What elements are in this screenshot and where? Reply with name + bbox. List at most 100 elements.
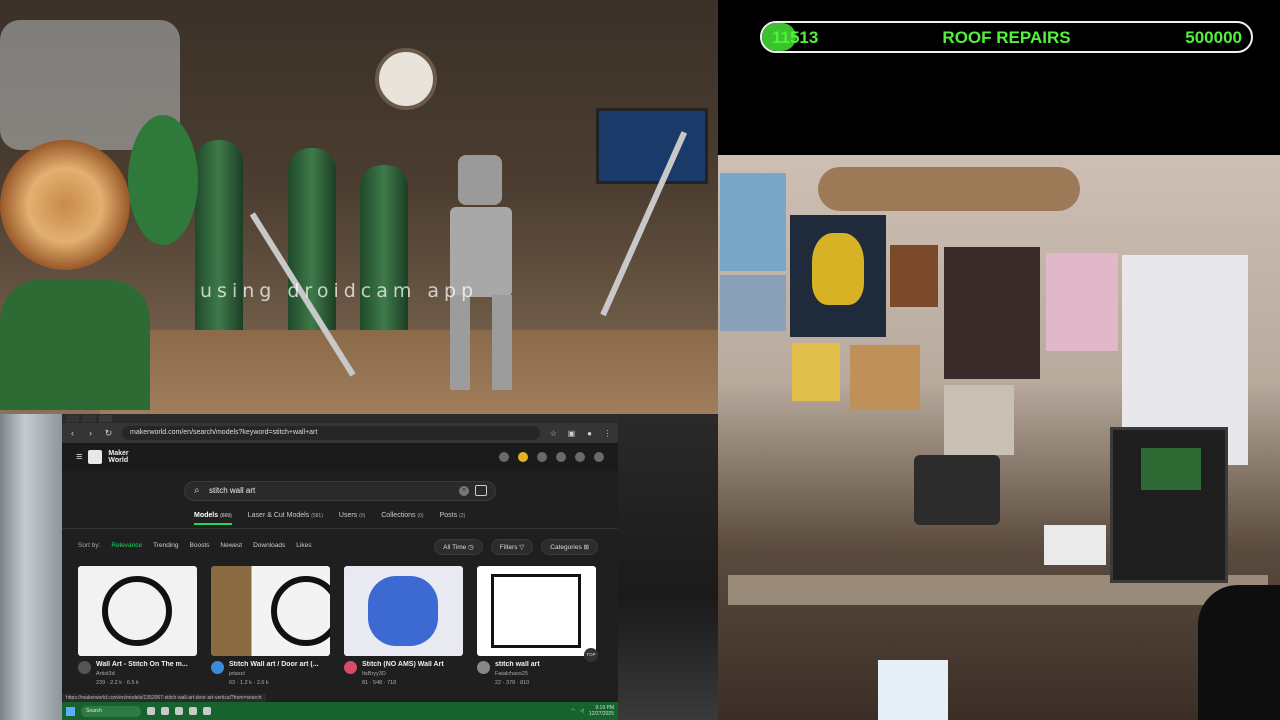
poster bbox=[944, 385, 1014, 455]
gas-cylinder bbox=[360, 165, 408, 335]
tab-users[interactable]: Users (0) bbox=[339, 512, 365, 525]
donation-goal-bar: 11513 ROOF REPAIRS 500000 bbox=[760, 21, 1253, 53]
search-icon: ⌕ bbox=[194, 485, 200, 496]
avatar[interactable] bbox=[477, 661, 490, 674]
system-tray: ◠ ◁ 9:19 PM 12/27/2025 bbox=[571, 705, 614, 717]
forward-icon[interactable]: › bbox=[86, 428, 95, 438]
model-author[interactable]: jetasct bbox=[229, 671, 327, 677]
tab-strip bbox=[62, 414, 618, 423]
model-title[interactable]: Stitch (NO AMS) Wall Art bbox=[362, 661, 460, 668]
status-url: https://makerworld.com/en/models/1352067… bbox=[62, 694, 266, 702]
search-input[interactable]: ⌕ stitch wall art × bbox=[184, 481, 496, 501]
model-thumbnail[interactable] bbox=[477, 566, 596, 656]
workbench-camera-feed: using droidcam app bbox=[0, 0, 718, 414]
menu-icon[interactable]: ⋮ bbox=[603, 429, 612, 438]
url-field[interactable]: makerworld.com/en/search/models?keyword=… bbox=[122, 426, 540, 440]
model-stats: 239 · 2.2 k · 6.5 k bbox=[96, 680, 139, 686]
browser-tab[interactable] bbox=[66, 415, 80, 422]
tab-posts[interactable]: Posts (2) bbox=[440, 512, 466, 525]
taskbar-search[interactable]: Search bbox=[81, 705, 141, 717]
side-camera-feed bbox=[0, 414, 62, 720]
storage-box bbox=[914, 455, 1000, 525]
points-icon[interactable] bbox=[518, 452, 528, 462]
back-icon[interactable]: ‹ bbox=[68, 428, 77, 438]
windows-start-icon[interactable] bbox=[66, 706, 75, 716]
model-card[interactable]: stitch wall art Fatalchaos25 22 · 378 · … bbox=[477, 566, 596, 686]
taskbar-app-icon[interactable] bbox=[147, 707, 155, 715]
stormtrooper-poster bbox=[790, 215, 886, 337]
model-author[interactable]: ItsBryy3D bbox=[362, 671, 460, 677]
goal-title: ROOF REPAIRS bbox=[942, 28, 1071, 47]
avatar[interactable] bbox=[78, 661, 91, 674]
hamburger-menu-icon[interactable]: ≡ bbox=[76, 451, 82, 463]
sort-relevance[interactable]: Relevance bbox=[111, 542, 142, 549]
avatar[interactable] bbox=[211, 661, 224, 674]
poster bbox=[944, 247, 1040, 379]
taskbar-clock[interactable]: 9:19 PM 12/27/2025 bbox=[589, 705, 614, 717]
skateboard bbox=[818, 167, 1080, 211]
model-title[interactable]: Wall Art - Stitch On The m... bbox=[96, 661, 194, 668]
wifi-icon[interactable]: ◠ bbox=[571, 708, 575, 714]
image-search-icon[interactable] bbox=[475, 485, 487, 496]
taskbar-app-icon[interactable] bbox=[203, 707, 211, 715]
model-title[interactable]: Stitch Wall art / Door art (... bbox=[229, 661, 327, 668]
model-thumbnail[interactable] bbox=[344, 566, 463, 656]
side-camera-feed bbox=[618, 414, 718, 720]
avatar[interactable] bbox=[344, 661, 357, 674]
sort-downloads[interactable]: Downloads bbox=[253, 542, 285, 549]
tab-collections[interactable]: Collections (0) bbox=[381, 512, 423, 525]
makerworld-logo-icon[interactable] bbox=[88, 450, 103, 464]
volume-icon[interactable]: ◁ bbox=[580, 708, 584, 714]
windows-taskbar: Search ◠ ◁ 9:19 PM 12/27/2025 bbox=[62, 702, 618, 720]
monitor bbox=[596, 108, 708, 184]
poster bbox=[720, 173, 786, 271]
poster bbox=[720, 275, 786, 331]
model-card[interactable]: Stitch Wall art / Door art (... jetasct … bbox=[211, 566, 330, 686]
language-icon[interactable] bbox=[537, 452, 547, 462]
droidcam-watermark: using droidcam app bbox=[200, 280, 479, 302]
filter-controls: All Time ◷ Filters ▽ Categories ⊞ bbox=[434, 539, 598, 555]
extensions-icon[interactable]: ▣ bbox=[567, 429, 576, 438]
site-logo-text[interactable]: Maker World bbox=[108, 450, 132, 464]
poster bbox=[792, 343, 840, 401]
browser-tab-active[interactable] bbox=[98, 415, 113, 422]
filters-button[interactable]: Filters ▽ bbox=[490, 539, 534, 555]
sort-boosts[interactable]: Boosts bbox=[190, 542, 210, 549]
model-title[interactable]: stitch wall art bbox=[495, 661, 593, 668]
taskbar-app-icon[interactable] bbox=[175, 707, 183, 715]
model-thumbnail[interactable] bbox=[211, 566, 330, 656]
sort-likes[interactable]: Likes bbox=[296, 542, 311, 549]
model-stats: 81 · 548 · 718 bbox=[362, 680, 397, 686]
model-stats: 63 · 1.2 k · 2.6 k bbox=[229, 680, 269, 686]
sort-bar: Sort by: Relevance Trending Boosts Newes… bbox=[78, 542, 311, 549]
taskbar-app-icon[interactable] bbox=[189, 707, 197, 715]
messages-icon[interactable] bbox=[556, 452, 566, 462]
taskbar-app-icon[interactable] bbox=[161, 707, 169, 715]
categories-button[interactable]: Categories ⊞ bbox=[541, 539, 598, 555]
results-grid: Wall Art - Stitch On The m... Artist3d 2… bbox=[78, 566, 596, 686]
model-card[interactable]: Stitch (NO AMS) Wall Art ItsBryy3D 81 · … bbox=[344, 566, 463, 686]
3d-printer bbox=[1110, 427, 1228, 583]
profile-icon[interactable]: ● bbox=[585, 429, 594, 438]
tab-laser-cut-models[interactable]: Laser & Cut Models (581) bbox=[248, 512, 323, 525]
divider bbox=[62, 528, 618, 529]
model-thumbnail[interactable] bbox=[78, 566, 197, 656]
notifications-icon[interactable] bbox=[594, 452, 604, 462]
model-author[interactable]: Artist3d bbox=[96, 671, 194, 677]
sort-newest[interactable]: Newest bbox=[220, 542, 242, 549]
model-author[interactable]: Fatalchaos25 bbox=[495, 671, 593, 677]
reload-icon[interactable]: ↻ bbox=[104, 428, 113, 438]
sort-trending[interactable]: Trending bbox=[153, 542, 178, 549]
scroll-to-top-button[interactable]: TOP bbox=[584, 648, 598, 662]
tab-models[interactable]: Models (669) bbox=[194, 512, 232, 525]
model-card[interactable]: Wall Art - Stitch On The m... Artist3d 2… bbox=[78, 566, 197, 686]
time-filter-dropdown[interactable]: All Time ◷ bbox=[434, 539, 483, 555]
poster bbox=[890, 245, 938, 307]
address-bar: ‹ › ↻ makerworld.com/en/search/models?ke… bbox=[62, 423, 618, 443]
storage-bins bbox=[878, 660, 948, 720]
cart-icon[interactable] bbox=[575, 452, 585, 462]
bookmark-star-icon[interactable]: ☆ bbox=[549, 429, 558, 438]
browser-tab[interactable] bbox=[82, 415, 96, 422]
clear-search-icon[interactable]: × bbox=[459, 486, 469, 496]
upload-icon[interactable] bbox=[499, 452, 509, 462]
